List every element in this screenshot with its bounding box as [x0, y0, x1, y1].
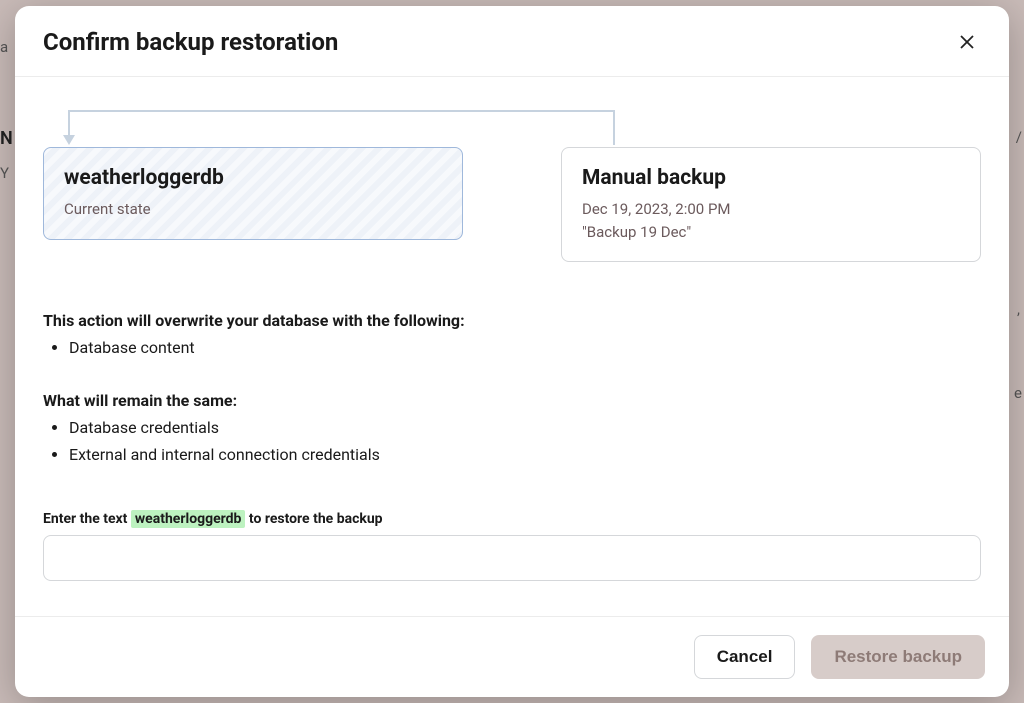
modal-footer: Cancel Restore backup	[15, 616, 1009, 697]
current-db-name: weatherloggerdb	[64, 166, 442, 190]
restore-arrow-icon	[59, 105, 619, 151]
current-state-label: Current state	[64, 198, 442, 221]
backup-type-label: Manual backup	[582, 166, 960, 190]
remain-item: External and internal connection credent…	[69, 441, 981, 468]
backup-timestamp: Dec 19, 2023, 2:00 PM	[582, 200, 731, 218]
remain-heading: What will remain the same:	[43, 391, 981, 410]
current-state-card: weatherloggerdb Current state	[43, 147, 463, 240]
confirm-restore-modal: Confirm backup restoration weatherlogger…	[15, 6, 1009, 697]
backup-name: "Backup 19 Dec"	[582, 223, 691, 241]
modal-title: Confirm backup restoration	[43, 28, 338, 56]
backup-card: Manual backup Dec 19, 2023, 2:00 PM "Bac…	[561, 147, 981, 262]
close-icon	[959, 34, 975, 50]
restore-backup-button[interactable]: Restore backup	[811, 635, 985, 679]
restore-diagram: weatherloggerdb Current state Manual bac…	[43, 105, 981, 275]
page-background: a N Y / , e Confirm backup restoration w…	[0, 0, 1024, 703]
modal-body: weatherloggerdb Current state Manual bac…	[15, 77, 1009, 616]
remain-list: Database credentials External and intern…	[43, 414, 981, 468]
overwrite-list: Database content	[43, 334, 981, 361]
confirm-instruction: Enter the text weatherloggerdb to restor…	[43, 511, 981, 527]
confirm-highlight-text: weatherloggerdb	[131, 510, 246, 528]
confirm-input[interactable]	[43, 535, 981, 581]
close-button[interactable]	[953, 28, 981, 56]
overwrite-heading: This action will overwrite your database…	[43, 311, 981, 330]
backup-details: Dec 19, 2023, 2:00 PM "Backup 19 Dec"	[582, 198, 960, 243]
remain-item: Database credentials	[69, 414, 981, 441]
cancel-button[interactable]: Cancel	[694, 635, 796, 679]
confirm-prefix: Enter the text	[43, 511, 131, 527]
overwrite-item: Database content	[69, 334, 981, 361]
modal-header: Confirm backup restoration	[15, 6, 1009, 77]
confirm-suffix: to restore the backup	[249, 511, 383, 527]
